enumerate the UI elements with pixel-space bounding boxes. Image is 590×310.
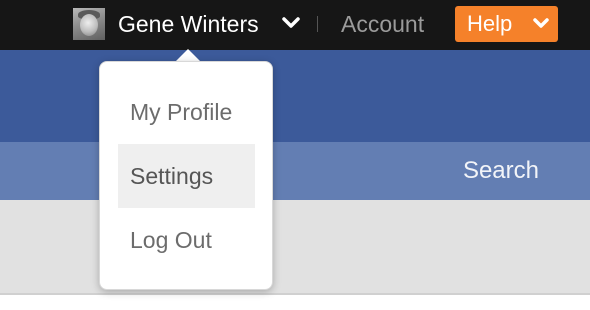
content-header-band <box>0 200 590 293</box>
user-menu-trigger[interactable]: Gene Winters <box>118 10 259 38</box>
header-band <box>0 50 590 142</box>
nav-bar: Search <box>0 142 590 200</box>
user-dropdown-menu: My Profile Settings Log Out <box>99 61 273 290</box>
nav-search-link[interactable]: Search <box>463 157 539 185</box>
top-bar: Gene Winters Account Help <box>0 0 590 50</box>
menu-item-my-profile[interactable]: My Profile <box>118 80 255 144</box>
chevron-down-icon <box>533 18 549 28</box>
chevron-down-icon[interactable] <box>282 16 300 30</box>
content-divider <box>0 293 590 295</box>
user-avatar[interactable] <box>73 8 105 40</box>
dropdown-caret <box>176 49 200 61</box>
avatar-face <box>80 14 98 36</box>
help-button[interactable]: Help <box>455 6 558 42</box>
topbar-divider <box>317 16 318 32</box>
account-link[interactable]: Account <box>341 10 424 38</box>
menu-item-settings[interactable]: Settings <box>118 144 255 208</box>
menu-item-log-out[interactable]: Log Out <box>118 208 255 272</box>
help-button-label: Help <box>467 11 513 36</box>
